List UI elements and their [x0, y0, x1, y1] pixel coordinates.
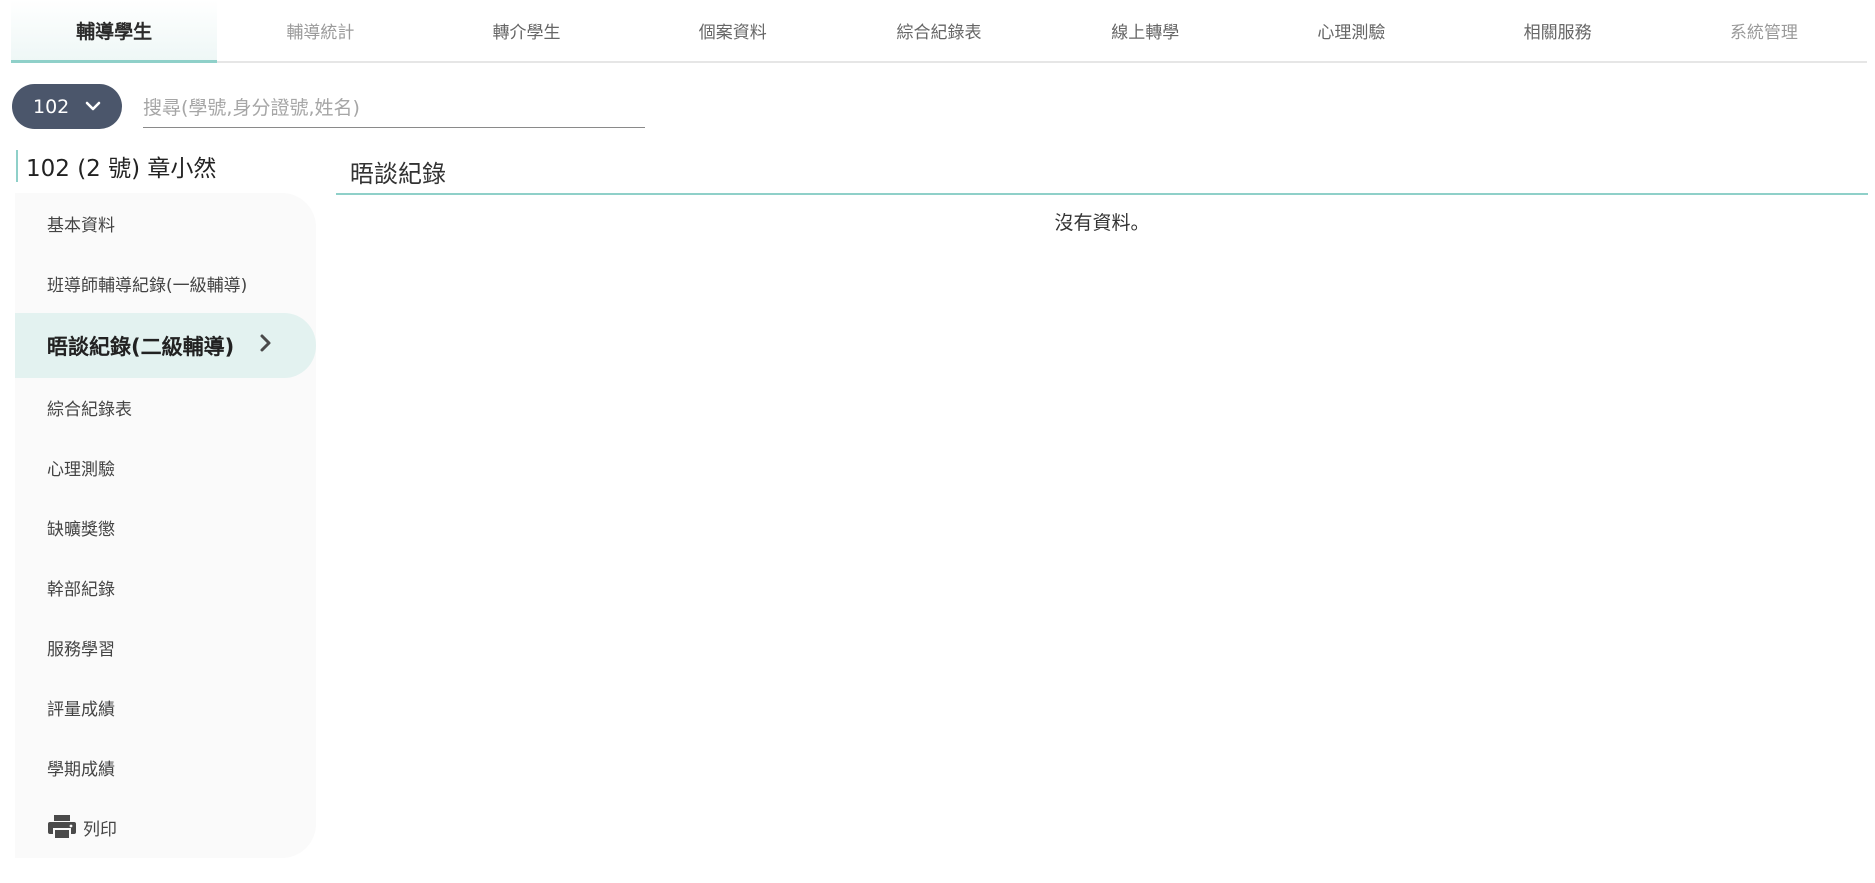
sidebar-item-basic-info[interactable]: 基本資料	[15, 193, 316, 253]
student-header-text: 102 (2 號) 章小然	[26, 156, 217, 182]
sidebar-item-label: 缺曠獎懲	[47, 519, 115, 540]
chevron-right-icon	[260, 334, 271, 352]
sidebar-item-homeroom-counseling[interactable]: 班導師輔導紀錄(一級輔導)	[15, 253, 316, 313]
sidebar: 基本資料 班導師輔導紀錄(一級輔導) 晤談紀錄(二級輔導) 綜合紀錄表 心理測驗…	[15, 193, 316, 858]
class-select-value: 102	[33, 95, 70, 118]
sidebar-item-attendance-rewards[interactable]: 缺曠獎懲	[15, 497, 316, 557]
panel-title-text: 晤談紀錄	[350, 160, 446, 188]
print-button[interactable]: 列印	[15, 797, 316, 857]
printer-icon	[48, 815, 76, 840]
tab-counseling-statistics[interactable]: 輔導統計	[217, 0, 423, 61]
top-nav: 輔導學生 輔導統計 轉介學生 個案資料 綜合紀錄表 線上轉學 心理測驗 相關服務…	[11, 0, 1867, 63]
print-label: 列印	[83, 819, 117, 840]
panel-title: 晤談紀錄	[336, 150, 1868, 195]
tab-counseling-students[interactable]: 輔導學生	[11, 0, 218, 63]
sidebar-item-semester-grades[interactable]: 學期成績	[15, 737, 316, 797]
sidebar-item-interview-records[interactable]: 晤談紀錄(二級輔導)	[15, 313, 316, 378]
empty-state-text: 沒有資料。	[1054, 212, 1150, 234]
sidebar-item-label: 評量成績	[47, 699, 115, 720]
sidebar-item-label: 學期成績	[47, 759, 115, 780]
sidebar-item-service-learning[interactable]: 服務學習	[15, 617, 316, 677]
sidebar-item-label: 基本資料	[47, 215, 115, 236]
tab-online-transfer[interactable]: 線上轉學	[1042, 0, 1248, 61]
tab-case-data[interactable]: 個案資料	[630, 0, 836, 61]
tab-referral-students[interactable]: 轉介學生	[423, 0, 629, 61]
sidebar-item-label: 心理測驗	[47, 459, 115, 480]
tab-psych-tests[interactable]: 心理測驗	[1248, 0, 1454, 61]
sidebar-item-psych-tests[interactable]: 心理測驗	[15, 437, 316, 497]
chevron-down-icon	[85, 101, 101, 111]
sidebar-item-label: 班導師輔導紀錄(一級輔導)	[47, 275, 248, 296]
sidebar-item-label: 晤談紀錄(二級輔導)	[47, 334, 235, 359]
sidebar-item-label: 綜合紀錄表	[47, 399, 132, 420]
sidebar-item-label: 幹部紀錄	[47, 579, 115, 600]
tab-system-admin[interactable]: 系統管理	[1661, 0, 1867, 61]
sidebar-item-comprehensive-record[interactable]: 綜合紀錄表	[15, 377, 316, 437]
tab-comprehensive-record[interactable]: 綜合紀錄表	[836, 0, 1042, 61]
sidebar-item-cadre-records[interactable]: 幹部紀錄	[15, 557, 316, 617]
tab-related-services[interactable]: 相關服務	[1455, 0, 1661, 61]
student-header: 102 (2 號) 章小然	[16, 150, 216, 182]
search-input[interactable]	[143, 88, 645, 128]
sidebar-item-label: 服務學習	[47, 639, 115, 660]
sidebar-item-assessment-scores[interactable]: 評量成績	[15, 677, 316, 737]
class-select[interactable]: 102	[12, 84, 122, 129]
